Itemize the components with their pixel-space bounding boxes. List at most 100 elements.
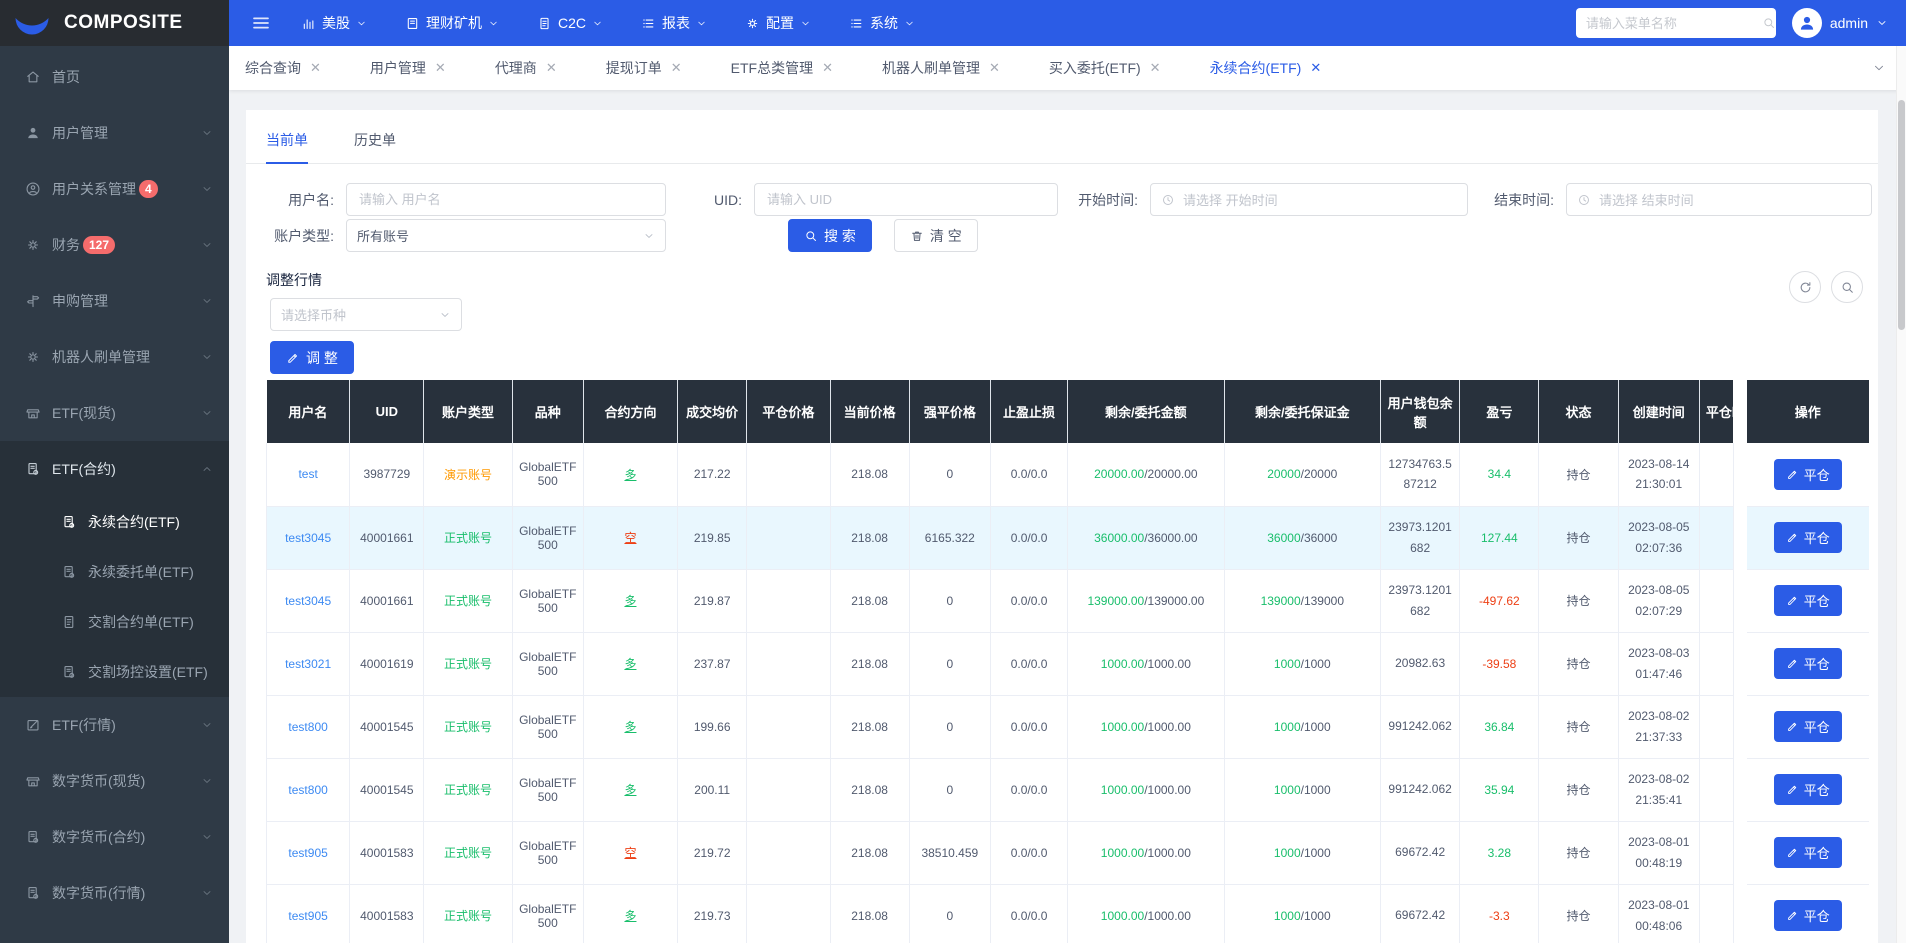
scrollbar-thumb[interactable]	[1898, 100, 1905, 330]
table-row[interactable]: test800 40001545 正式账号 GlobalETF 500 多 200.11 2…	[265, 758, 1869, 822]
chevron-down-icon	[904, 18, 915, 29]
topnav-item[interactable]: 美股	[301, 13, 367, 33]
sidebar-item[interactable]: ETF(现货)	[0, 385, 229, 441]
close-icon[interactable]: ✕	[989, 60, 1000, 76]
close-icon[interactable]: ✕	[1310, 60, 1321, 76]
page-tab[interactable]: 提现订单 ✕	[606, 58, 682, 78]
currency-select[interactable]: 请选择币种	[270, 298, 462, 331]
user-menu[interactable]: admin	[1791, 8, 1888, 38]
col-header: 平仓时间	[1699, 380, 1734, 443]
sidebar-item-label: 交割场控设置(ETF)	[88, 664, 208, 680]
close-position-button[interactable]: 平仓	[1773, 585, 1842, 616]
brand-logo[interactable]: COMPOSITE	[0, 0, 229, 46]
sidebar-item[interactable]: 用户关系管理 4	[0, 161, 229, 217]
col-header: 成交均价	[677, 380, 748, 443]
sidebar-item[interactable]: 永续委托单(ETF)	[0, 547, 229, 597]
table-row[interactable]: test905 40001583 正式账号 GlobalETF 500 多 219.73 2…	[265, 884, 1869, 943]
close-icon[interactable]: ✕	[435, 60, 446, 76]
close-icon[interactable]: ✕	[546, 60, 557, 76]
table-row[interactable]: test3045 40001661 正式账号 GlobalETF 500 空 219.85…	[265, 506, 1869, 570]
sidebar-item[interactable]: ETF(行情)	[0, 697, 229, 753]
close-icon[interactable]: ✕	[310, 60, 321, 76]
user-link[interactable]: test3045	[285, 531, 331, 545]
tab-current-orders[interactable]: 当前单	[266, 130, 308, 164]
refresh-button[interactable]	[1789, 271, 1821, 303]
close-position-button[interactable]: 平仓	[1773, 900, 1842, 931]
sidebar-item[interactable]: 数字货币(行情)	[0, 865, 229, 921]
table-cell: 200.11	[677, 758, 748, 822]
start-time-picker[interactable]: 请选择 开始时间	[1150, 183, 1468, 216]
close-position-button[interactable]: 平仓	[1773, 648, 1842, 679]
page-tab[interactable]: 综合查询 ✕	[245, 58, 321, 78]
adjust-button[interactable]: 调 整	[270, 341, 354, 374]
sidebar-item[interactable]: 申购管理	[0, 273, 229, 329]
topnav-item[interactable]: C2C	[537, 13, 603, 33]
tab-history-orders[interactable]: 历史单	[354, 130, 396, 163]
user-link[interactable]: test3045	[285, 594, 331, 608]
close-position-button[interactable]: 平仓	[1773, 458, 1842, 490]
account-type-select[interactable]: 所有账号	[346, 219, 666, 252]
page-tab[interactable]: ETF总类管理 ✕	[731, 58, 833, 78]
table-row[interactable]: test 3987729 演示账号 GlobalETF 500 多 217.22 218.0…	[265, 443, 1869, 507]
sidebar-item[interactable]: 数字货币(合约)	[0, 809, 229, 865]
page-tab[interactable]: 机器人刷单管理 ✕	[882, 58, 1000, 78]
chevron-icon	[201, 719, 213, 731]
end-time-picker[interactable]: 请选择 结束时间	[1566, 183, 1872, 216]
table-row[interactable]: test3045 40001661 正式账号 GlobalETF 500 多 219.87…	[265, 569, 1869, 633]
menu-search-input[interactable]	[1585, 15, 1762, 31]
list-icon	[641, 16, 656, 31]
page-scrollbar[interactable]	[1896, 46, 1906, 943]
topnav-item[interactable]: 配置	[745, 13, 811, 33]
search-button[interactable]: 搜 索	[788, 219, 872, 252]
tabs-overflow-button[interactable]	[1866, 52, 1892, 84]
menu-collapse-icon[interactable]	[251, 13, 271, 33]
col-header: 合约方向	[583, 380, 679, 443]
table-header-row: 用户名 UID 账户类型 品种 合约方向 成交均价 平仓价格 当前价格 强平价格 止盈止损 剩余/委…	[266, 380, 1869, 443]
user-link[interactable]: test800	[288, 783, 327, 797]
sidebar-item[interactable]: 用户管理	[0, 105, 229, 161]
sidebar-item[interactable]: 永续合约(ETF)	[0, 497, 229, 547]
sidebar-item[interactable]: 首页	[0, 49, 229, 105]
close-position-button[interactable]: 平仓	[1773, 774, 1842, 805]
sidebar-item[interactable]: 财务 127	[0, 217, 229, 273]
clear-button[interactable]: 清 空	[893, 219, 978, 252]
topnav-item[interactable]: 理财矿机	[405, 13, 499, 33]
close-position-button[interactable]: 平仓	[1773, 711, 1842, 742]
sidebar-item[interactable]: 交割场控设置(ETF)	[0, 647, 229, 697]
table-cell: 2023-08-05 02:07:36	[1618, 506, 1700, 570]
close-icon[interactable]: ✕	[1150, 60, 1161, 76]
close-icon[interactable]: ✕	[671, 60, 682, 76]
table-row[interactable]: test905 40001583 正式账号 GlobalETF 500 空 219.72 2…	[265, 821, 1869, 885]
topnav-label: 报表	[662, 15, 691, 31]
page-tab[interactable]: 永续合约(ETF) ✕	[1210, 58, 1322, 78]
table-row[interactable]: test800 40001545 正式账号 GlobalETF 500 多 199.66 2…	[265, 695, 1869, 759]
close-icon[interactable]: ✕	[822, 60, 833, 76]
table-search-button[interactable]	[1831, 271, 1863, 303]
close-position-button[interactable]: 平仓	[1773, 522, 1842, 553]
user-link[interactable]: test800	[288, 720, 327, 734]
table-cell: 2023-08-01 00:48:06	[1618, 884, 1700, 943]
close-position-button[interactable]: 平仓	[1773, 837, 1842, 868]
user-link[interactable]: test	[298, 467, 317, 481]
end-time-placeholder: 请选择 结束时间	[1599, 193, 1694, 208]
username-input[interactable]	[346, 183, 666, 216]
home-icon	[24, 69, 42, 85]
user-link[interactable]: test3021	[285, 657, 331, 671]
sidebar-item[interactable]: 机器人刷单管理	[0, 329, 229, 385]
page-tab[interactable]: 用户管理 ✕	[370, 58, 446, 78]
user-link[interactable]: test905	[288, 846, 327, 860]
search-icon	[804, 229, 818, 243]
uid-input[interactable]	[754, 183, 1058, 216]
sidebar-item[interactable]: 数字货币(现货)	[0, 753, 229, 809]
sidebar-item-label: 财务	[52, 237, 80, 253]
direction-value: 空	[624, 846, 637, 860]
user-link[interactable]: test905	[288, 909, 327, 923]
table-row[interactable]: test3021 40001619 正式账号 GlobalETF 500 多 237.87…	[265, 632, 1869, 696]
page-tab[interactable]: 买入委托(ETF) ✕	[1049, 58, 1161, 78]
col-header: 平仓价格	[746, 380, 831, 443]
page-tab[interactable]: 代理商 ✕	[495, 58, 557, 78]
topnav-item[interactable]: 系统	[849, 13, 915, 33]
sidebar-item[interactable]: 交割合约单(ETF)	[0, 597, 229, 647]
sidebar-item[interactable]: ETF(合约)	[0, 441, 229, 497]
topnav-item[interactable]: 报表	[641, 13, 707, 33]
